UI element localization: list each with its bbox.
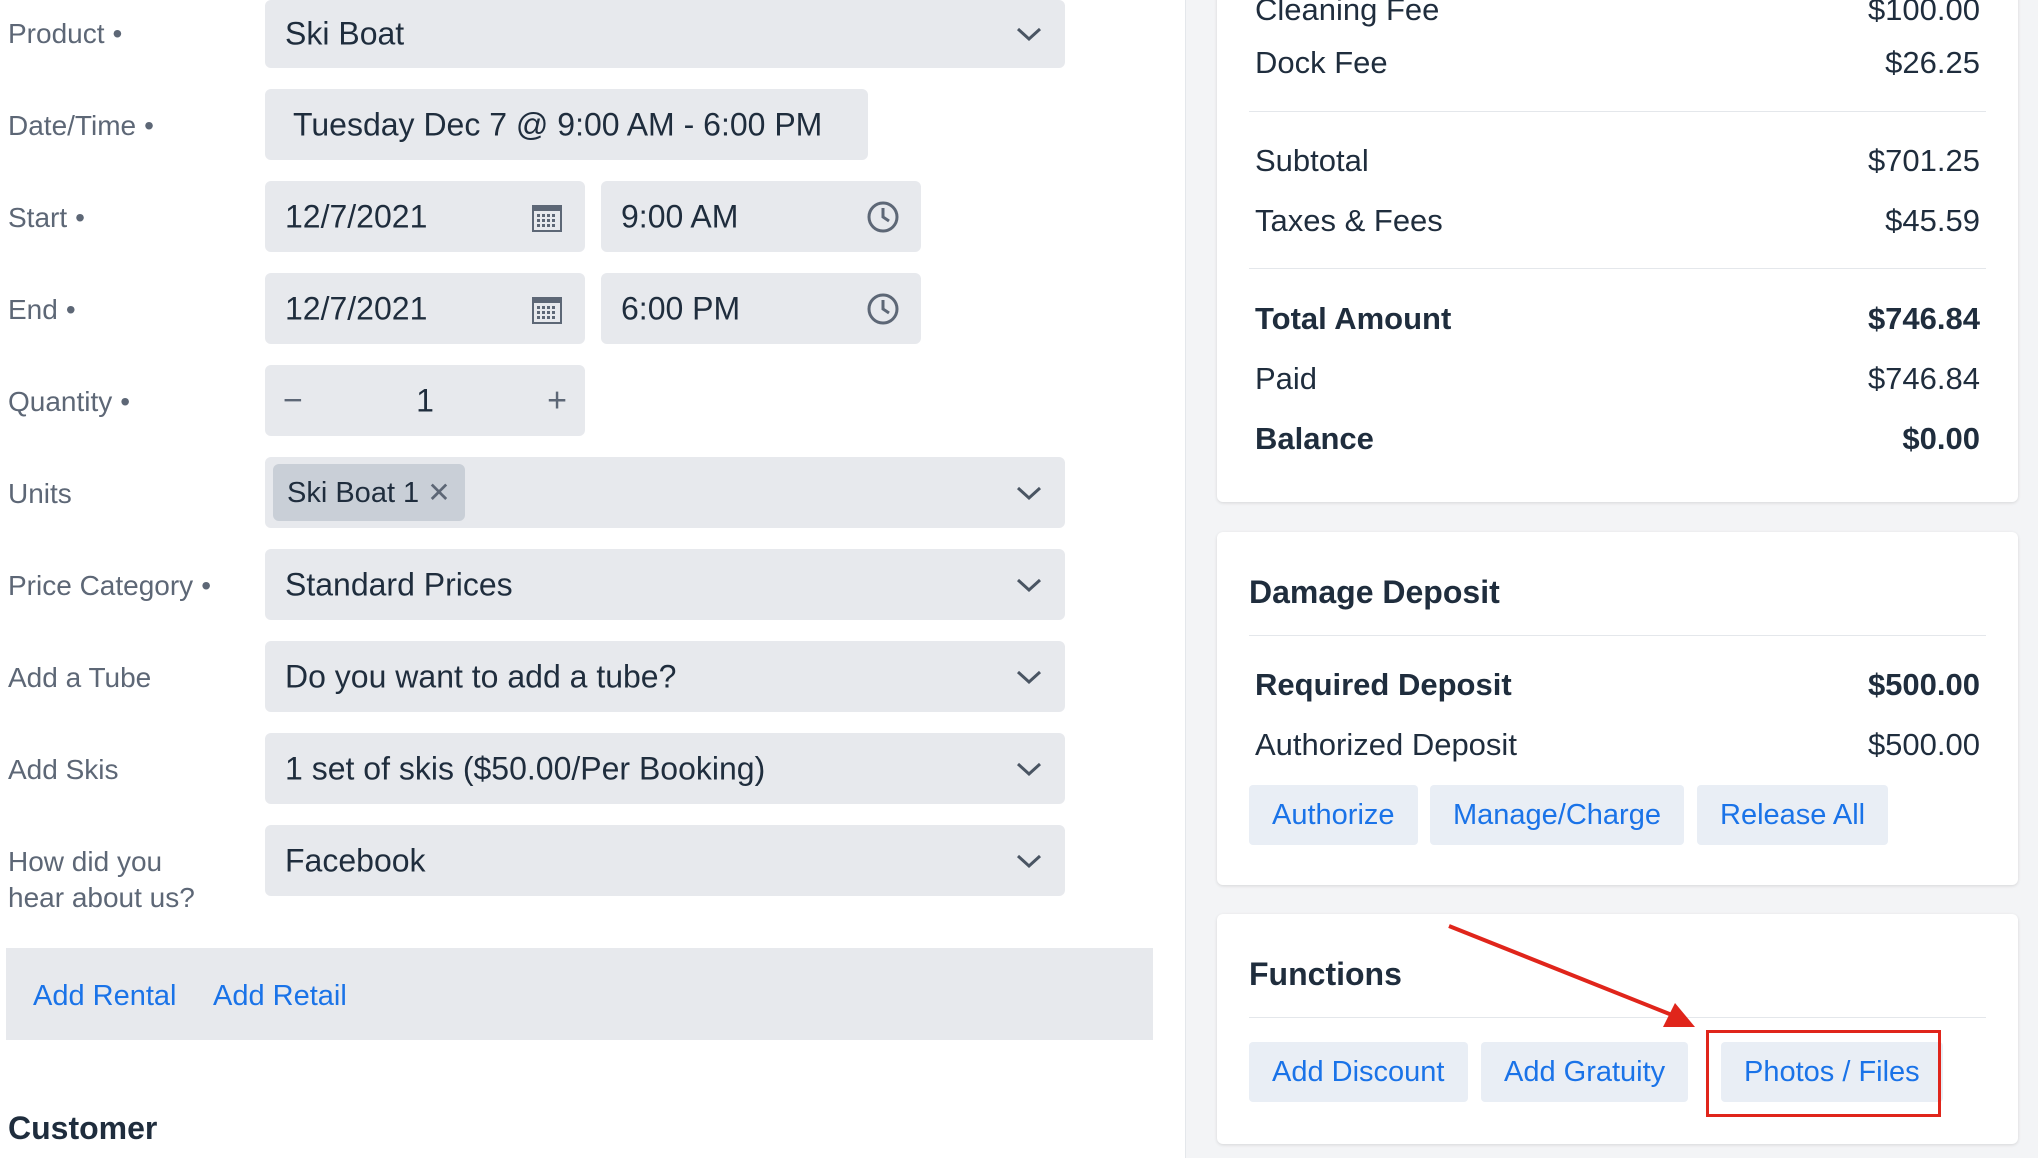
paid-row: Paid $746.84 bbox=[1255, 361, 1980, 396]
add-gratuity-button[interactable]: Add Gratuity bbox=[1481, 1042, 1689, 1102]
end-label: End • bbox=[8, 294, 76, 325]
chevron-down-icon bbox=[1016, 854, 1042, 868]
authorize-button[interactable]: Authorize bbox=[1249, 785, 1418, 845]
start-date-input[interactable]: 12/7/2021 bbox=[265, 181, 585, 252]
damage-deposit-card: Damage Deposit Required Deposit $500.00 A… bbox=[1217, 532, 2018, 885]
product-select[interactable]: Ski Boat bbox=[265, 0, 1065, 68]
datetime-field[interactable]: Tuesday Dec 7 @ 9:00 AM - 6:00 PM bbox=[265, 89, 868, 160]
required-deposit-row: Required Deposit $500.00 bbox=[1255, 667, 1980, 702]
hear-about-label: How did you hear about us? bbox=[8, 846, 195, 913]
pricing-summary-card: Cleaning Fee $100.00 Dock Fee $26.25 Subto… bbox=[1217, 0, 2018, 502]
add-tube-label: Add a Tube bbox=[8, 662, 152, 693]
add-skis-select[interactable]: 1 set of skis ($50.00/Per Booking) bbox=[265, 733, 1065, 804]
calendar-icon[interactable] bbox=[531, 293, 563, 325]
start-date-value: 12/7/2021 bbox=[285, 198, 428, 234]
units-label: Units bbox=[8, 478, 72, 509]
unit-chip: Ski Boat 1 ✕ bbox=[273, 464, 465, 521]
taxes-row: Taxes & Fees $45.59 bbox=[1255, 203, 1980, 238]
end-date-input[interactable]: 12/7/2021 bbox=[265, 273, 585, 344]
product-label: Product • bbox=[8, 18, 123, 49]
add-skis-value: 1 set of skis ($50.00/Per Booking) bbox=[285, 750, 766, 786]
start-label: Start • bbox=[8, 202, 85, 233]
end-time-value: 6:00 PM bbox=[621, 290, 741, 326]
plus-button[interactable]: + bbox=[547, 381, 567, 420]
divider bbox=[1249, 635, 1986, 636]
clock-icon[interactable] bbox=[867, 201, 899, 233]
datetime-label: Date/Time • bbox=[8, 110, 154, 141]
customer-heading: Customer bbox=[8, 1110, 158, 1146]
chevron-down-icon bbox=[1016, 762, 1042, 776]
quantity-stepper[interactable]: − 1 + bbox=[265, 365, 585, 436]
add-item-bar bbox=[6, 948, 1153, 1040]
hear-about-value: Facebook bbox=[285, 842, 426, 878]
price-category-label: Price Category • bbox=[8, 570, 211, 601]
highlight-box bbox=[1706, 1030, 1941, 1117]
units-select[interactable]: Ski Boat 1 ✕ bbox=[265, 457, 1065, 528]
price-category-value: Standard Prices bbox=[285, 566, 513, 602]
clock-icon[interactable] bbox=[867, 293, 899, 325]
chevron-down-icon bbox=[1016, 670, 1042, 684]
dock-fee-row: Dock Fee $26.25 bbox=[1255, 45, 1980, 80]
quantity-label: Quantity • bbox=[8, 386, 131, 417]
damage-deposit-title: Damage Deposit bbox=[1249, 574, 1500, 610]
add-tube-value: Do you want to add a tube? bbox=[285, 658, 677, 694]
chevron-down-icon bbox=[1016, 486, 1042, 500]
divider bbox=[1249, 111, 1986, 112]
remove-chip-icon[interactable]: ✕ bbox=[427, 477, 450, 508]
calendar-icon[interactable] bbox=[531, 201, 563, 233]
cleaning-fee-row: Cleaning Fee $100.00 bbox=[1255, 0, 1980, 27]
end-date-value: 12/7/2021 bbox=[285, 290, 428, 326]
chevron-down-icon bbox=[1016, 578, 1042, 592]
unit-chip-label: Ski Boat 1 bbox=[287, 477, 420, 509]
add-discount-button[interactable]: Add Discount bbox=[1249, 1042, 1468, 1102]
divider bbox=[1249, 268, 1986, 269]
quantity-value: 1 bbox=[416, 382, 434, 418]
manage-charge-button[interactable]: Manage/Charge bbox=[1430, 785, 1684, 845]
add-rental-link[interactable]: Add Rental bbox=[33, 978, 177, 1014]
hear-about-select[interactable]: Facebook bbox=[265, 825, 1065, 896]
start-time-value: 9:00 AM bbox=[621, 198, 739, 234]
authorized-deposit-row: Authorized Deposit $500.00 bbox=[1255, 727, 1980, 762]
start-time-input[interactable]: 9:00 AM bbox=[601, 181, 921, 252]
balance-row: Balance $0.00 bbox=[1255, 421, 1980, 456]
functions-title: Functions bbox=[1249, 956, 1402, 992]
end-time-input[interactable]: 6:00 PM bbox=[601, 273, 921, 344]
datetime-value: Tuesday Dec 7 @ 9:00 AM - 6:00 PM bbox=[293, 106, 823, 142]
product-value: Ski Boat bbox=[285, 15, 405, 52]
add-tube-select[interactable]: Do you want to add a tube? bbox=[265, 641, 1065, 712]
chevron-down-icon bbox=[1016, 27, 1042, 42]
add-skis-label: Add Skis bbox=[8, 754, 119, 785]
total-row: Total Amount $746.84 bbox=[1255, 301, 1980, 336]
divider bbox=[1249, 1017, 1986, 1018]
price-category-select[interactable]: Standard Prices bbox=[265, 549, 1065, 620]
add-retail-link[interactable]: Add Retail bbox=[213, 978, 347, 1014]
release-all-button[interactable]: Release All bbox=[1697, 785, 1889, 845]
subtotal-row: Subtotal $701.25 bbox=[1255, 143, 1980, 178]
